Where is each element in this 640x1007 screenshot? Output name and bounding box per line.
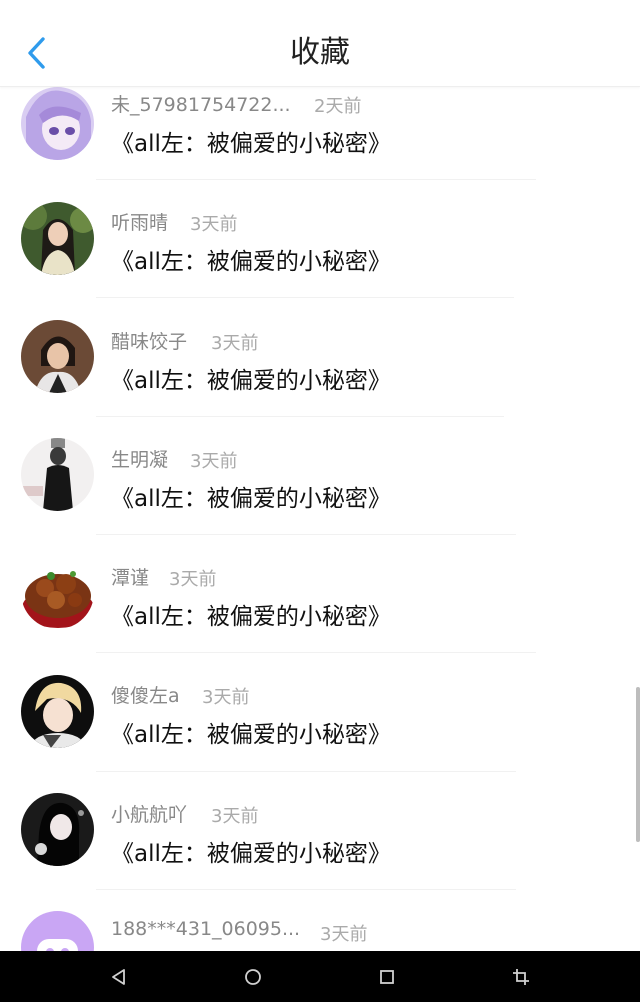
item-time: 3天前 (202, 687, 250, 708)
item-time: 3天前 (190, 214, 238, 235)
item-content: 《all左：被偏爱的小秘密》 (111, 486, 391, 512)
item-username: 188***431_06095... (111, 918, 301, 940)
item-time: 3天前 (190, 451, 238, 472)
item-content: 《all左：被偏爱的小秘密》 (111, 249, 391, 275)
item-username: 潭谨 (111, 567, 150, 589)
page-title: 收藏 (290, 35, 350, 70)
avatar (21, 793, 94, 866)
item-content: 《all左：被偏爱的小秘密》 (111, 722, 391, 748)
app-header: 收藏 (0, 0, 640, 87)
person-portrait-avatar (21, 320, 94, 393)
item-username: 听雨晴 (111, 212, 169, 234)
girl-outdoor-avatar (21, 202, 94, 275)
item-content: 《all左：被偏爱的小秘密》 (111, 841, 391, 867)
dark-figure-avatar (21, 438, 94, 511)
list-item[interactable]: 傻傻左a 3天前 《all左：被偏爱的小秘密》 (0, 652, 640, 772)
item-time: 3天前 (211, 806, 259, 827)
avatar (21, 320, 94, 393)
dark-girl-avatar (21, 793, 94, 866)
scrollbar[interactable] (636, 687, 640, 842)
list-item[interactable]: 小航航吖 3天前 《all左：被偏爱的小秘密》 (0, 771, 640, 890)
item-content: 《all左：被偏爱的小秘密》 (111, 604, 391, 630)
avatar (21, 87, 94, 160)
system-navigation-bar (0, 951, 640, 1002)
item-username: 未_57981754722... (111, 94, 291, 116)
item-time: 3天前 (320, 924, 368, 945)
screenshot-crop-icon (513, 969, 529, 985)
item-username: 生明凝 (111, 449, 169, 471)
item-time: 3天前 (169, 569, 217, 590)
list-item[interactable]: 潭谨 3天前 《all左：被偏爱的小秘密》 (0, 534, 640, 653)
avatar (21, 438, 94, 511)
avatar (21, 202, 94, 275)
back-triangle-icon (112, 969, 125, 985)
nav-back-button[interactable] (106, 964, 132, 990)
item-content: 《all左：被偏爱的小秘密》 (111, 368, 391, 394)
nav-recents-button[interactable] (374, 964, 400, 990)
recents-square-icon (380, 970, 394, 984)
list-item[interactable]: 醋味饺子 3天前 《all左：被偏爱的小秘密》 (0, 298, 640, 417)
blond-boy-avatar (21, 675, 94, 748)
lavender-anime-avatar (21, 87, 94, 160)
nav-screenshot-button[interactable] (508, 964, 534, 990)
item-content: 《all左：被偏爱的小秘密》 (111, 131, 391, 157)
home-circle-icon (245, 969, 261, 985)
item-username: 傻傻左a (111, 685, 180, 707)
food-plate-avatar (21, 556, 94, 629)
avatar (21, 556, 94, 629)
list-item[interactable]: 生明凝 3天前 《all左：被偏爱的小秘密》 (0, 416, 640, 535)
item-username: 小航航吖 (111, 804, 188, 826)
item-time: 3天前 (211, 333, 259, 354)
list-item[interactable]: 听雨晴 3天前 《all左：被偏爱的小秘密》 (0, 179, 640, 298)
avatar (21, 675, 94, 748)
item-username: 醋味饺子 (111, 331, 188, 353)
nav-home-button[interactable] (240, 964, 266, 990)
item-time: 2天前 (314, 96, 362, 117)
